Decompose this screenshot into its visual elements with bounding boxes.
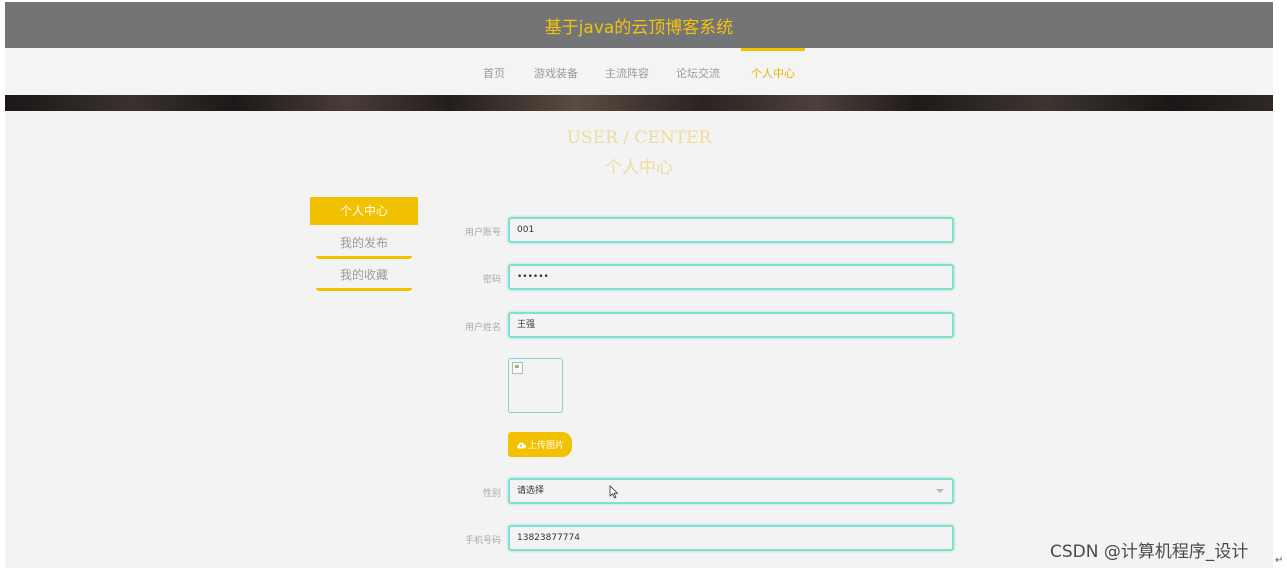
phone-field[interactable]: 13823877774 <box>508 525 954 551</box>
phone-label: 手机号码 <box>464 536 501 546</box>
gender-selected-value: 请选择 <box>517 486 545 496</box>
side-item-underline <box>316 256 412 259</box>
side-item-label: 我的发布 <box>339 236 388 250</box>
password-label: 密码 <box>482 275 501 285</box>
chevron-down-icon <box>936 489 944 493</box>
nav-item-home[interactable]: 首页 <box>475 48 513 95</box>
nav-item-forum[interactable]: 论坛交流 <box>673 48 723 95</box>
app-frame: 基于java的云顶博客系统 首页 游戏装备 主流阵容 论坛交流 个人中心 USE… <box>5 2 1273 568</box>
avatar-preview <box>508 358 563 413</box>
realname-label: 用户姓名 <box>464 323 501 333</box>
side-item-my-posts[interactable]: 我的发布 <box>310 229 418 259</box>
watermark-text: CSDN @计算机程序_设计 <box>1050 542 1249 562</box>
nav-item-user-center[interactable]: 个人中心 <box>741 48 805 98</box>
page-heading-en: USER / CENTER <box>566 128 712 148</box>
upload-image-button[interactable]: 上传图片 <box>508 432 572 457</box>
page-heading-cn: 个人中心 <box>605 158 673 178</box>
return-mark: ↵ <box>1275 555 1284 566</box>
side-item-underline <box>316 288 412 291</box>
username-label: 用户账号 <box>464 228 501 238</box>
upload-image-label: 上传图片 <box>527 441 564 451</box>
side-item-user-center[interactable]: 个人中心 <box>310 197 418 225</box>
top-nav: 首页 游戏装备 主流阵容 论坛交流 个人中心 <box>5 48 1273 95</box>
cloud-upload-icon <box>517 442 526 449</box>
side-item-label: 我的收藏 <box>339 268 388 282</box>
site-title: 基于java的云顶博客系统 <box>544 17 734 38</box>
side-item-my-favorites[interactable]: 我的收藏 <box>310 261 418 291</box>
nav-item-main-lineup[interactable]: 主流阵容 <box>602 48 652 95</box>
password-field[interactable]: •••••• <box>508 264 954 290</box>
mouse-cursor-icon <box>609 485 619 499</box>
username-field[interactable]: 001 <box>508 217 954 243</box>
gender-label: 性别 <box>482 489 501 499</box>
site-header: 基于java的云顶博客系统 <box>5 2 1273 48</box>
realname-field[interactable]: 王强 <box>508 312 954 338</box>
gender-select[interactable]: 请选择 <box>508 478 954 504</box>
nav-item-game-equipment[interactable]: 游戏装备 <box>531 48 581 95</box>
banner-image <box>5 95 1273 111</box>
broken-image-icon <box>512 362 523 374</box>
